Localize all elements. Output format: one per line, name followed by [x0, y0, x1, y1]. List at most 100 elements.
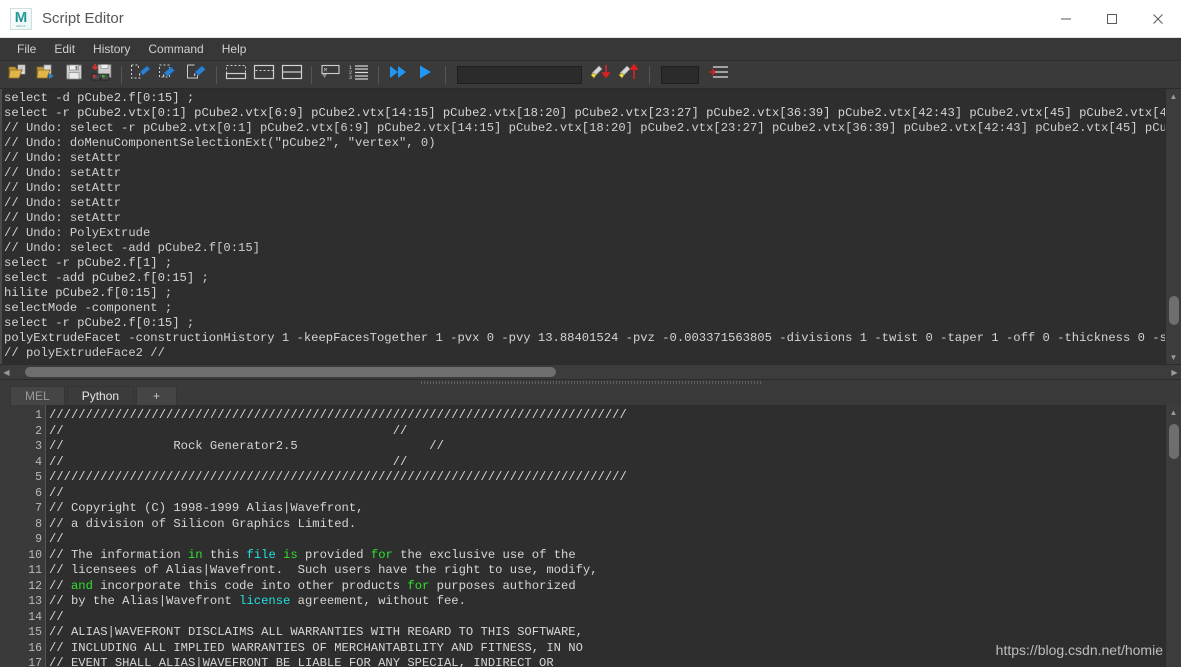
code-text: ////////////////////////////////////////… — [49, 408, 627, 422]
editor-vscroll-track[interactable] — [1166, 419, 1181, 667]
toolbar-separator-5 — [445, 65, 446, 84]
editor-line-number: 16 — [28, 641, 42, 655]
load-script-button[interactable] — [33, 63, 59, 87]
scroll-up-arrow-icon[interactable]: ▲ — [1166, 89, 1181, 103]
minimize-icon — [1059, 12, 1073, 26]
editor-code-line: // — [49, 532, 1165, 548]
code-text: agreement, without fee. — [290, 594, 466, 608]
maya-app-icon: M MAYA — [10, 7, 32, 30]
editor-line-number: 14 — [28, 610, 42, 624]
save-script-as-icon — [91, 63, 113, 86]
splitter-grip — [420, 381, 761, 384]
code-keyword: and — [70, 578, 93, 593]
show-line-numbers-button[interactable]: M — [318, 63, 344, 87]
code-keyword: license — [239, 594, 291, 608]
editor-line-number: 10 — [28, 548, 42, 562]
code-text: // licensees of Alias|Wavefront. Such us… — [49, 563, 598, 577]
output-log-line: // polyExtrudeFace2 // — [4, 346, 165, 360]
output-log-text[interactable]: select -d pCube2.f[0:15] ; select -r pCub… — [0, 89, 1165, 364]
code-text: // // — [49, 454, 408, 469]
output-vscroll-thumb[interactable] — [1168, 295, 1179, 326]
output-log-line: select -r pCube2.vtx[0:1] pCube2.vtx[6:9… — [4, 106, 1165, 120]
clear-all-icon — [281, 64, 303, 85]
window-controls — [1043, 0, 1181, 37]
clear-history-button[interactable] — [223, 63, 249, 87]
toolbar-separator-2 — [216, 65, 217, 84]
tab-mel[interactable]: MEL — [10, 386, 65, 405]
output-hscroll-thumb[interactable] — [24, 367, 556, 377]
code-keyword: for — [407, 578, 430, 593]
menu-item-history[interactable]: History — [84, 40, 139, 58]
output-log-line: // Undo: setAttr — [4, 181, 122, 195]
output-log-line: // Undo: PolyExtrude — [4, 226, 151, 240]
editor-code-line: // EVENT SHALL ALIAS|WAVEFRONT BE LIABLE… — [49, 656, 1165, 667]
menu-item-command[interactable]: Command — [139, 40, 212, 58]
editor-line-numbers: 1 2 3 4 5 6 7 8 9 10 11 12 13 14 15 16 17 — [0, 405, 46, 667]
save-script-button[interactable] — [61, 63, 87, 87]
quick-field-input[interactable] — [661, 65, 699, 84]
snap-up-button[interactable] — [617, 63, 643, 87]
output-hscroll-track[interactable] — [13, 364, 1168, 380]
numbered-list-icon: 1 2 3 — [348, 64, 370, 85]
scroll-down-arrow-icon[interactable]: ▼ — [1166, 350, 1181, 364]
execute-button[interactable] — [413, 63, 439, 87]
editor-line-number: 17 — [28, 657, 42, 667]
maximize-button[interactable] — [1089, 0, 1135, 37]
cut-icon — [130, 63, 152, 86]
editor-line-number: 13 — [28, 595, 42, 608]
menu-item-edit[interactable]: Edit — [45, 40, 84, 58]
tab-add-new[interactable]: + — [136, 386, 178, 405]
tab-python[interactable]: Python — [66, 386, 135, 405]
search-input[interactable] — [457, 65, 582, 84]
code-keyword: is — [283, 547, 298, 562]
editor-code-line: // Rock Generator2.5 // — [49, 439, 1165, 455]
editor-code-line: // and incorporate this code into other … — [49, 579, 1165, 595]
editor-scroll-up-arrow-icon[interactable]: ▲ — [1166, 405, 1181, 419]
code-text: this — [202, 547, 247, 562]
execute-all-button[interactable] — [385, 63, 411, 87]
menu-item-file[interactable]: File — [8, 40, 45, 58]
editor-code-line: // The information in this file is provi… — [49, 548, 1165, 564]
editor-line-number: 2 — [35, 424, 42, 438]
indent-button[interactable] — [706, 63, 732, 87]
clear-all-button[interactable] — [279, 63, 305, 87]
editor-code-area[interactable]: ////////////////////////////////////////… — [46, 405, 1165, 667]
output-log-horizontal-scrollbar[interactable]: ◀ ▶ — [0, 364, 1181, 380]
editor-code-line: // // — [49, 424, 1165, 440]
open-script-icon — [8, 63, 28, 86]
cut-button[interactable] — [128, 63, 154, 87]
code-text: the exclusive use of the — [392, 547, 576, 562]
save-script-as-button[interactable] — [89, 63, 115, 87]
snap-down-icon — [590, 63, 614, 86]
snap-down-button[interactable] — [589, 63, 615, 87]
output-log-line: // Undo: doMenuComponentSelectionExt("pC… — [4, 136, 436, 150]
minimize-button[interactable] — [1043, 0, 1089, 37]
menu-item-help[interactable]: Help — [213, 40, 256, 58]
copy-button[interactable] — [156, 63, 182, 87]
code-editor-panel: 1 2 3 4 5 6 7 8 9 10 11 12 13 14 15 16 17 //////////////… — [0, 405, 1181, 667]
output-log-line: // Undo: select -add pCube2.f[0:15] — [4, 241, 260, 255]
output-vscroll-track[interactable] — [1166, 103, 1181, 350]
close-button[interactable] — [1135, 0, 1181, 37]
output-log-line: select -add pCube2.f[0:15] ; — [4, 271, 209, 285]
code-text: purposes authorized — [429, 578, 576, 593]
code-text: // // — [49, 423, 408, 438]
paste-button[interactable] — [184, 63, 210, 87]
output-log-line: select -r pCube2.f[1] ; — [4, 256, 173, 270]
paste-icon — [186, 63, 208, 86]
scroll-right-arrow-icon[interactable]: ▶ — [1168, 364, 1181, 380]
copy-icon — [158, 63, 180, 86]
clear-input-button[interactable] — [251, 63, 277, 87]
editor-vertical-scrollbar[interactable]: ▲ — [1165, 405, 1181, 667]
save-script-icon — [65, 63, 83, 86]
scroll-left-arrow-icon[interactable]: ◀ — [0, 364, 13, 380]
editor-vscroll-thumb[interactable] — [1168, 424, 1179, 460]
code-keyword: file — [246, 547, 276, 562]
output-log-line: select -r pCube2.f[0:15] ; — [4, 316, 195, 330]
numbered-list-button[interactable]: 1 2 3 — [346, 63, 372, 87]
open-script-button[interactable] — [5, 63, 31, 87]
code-text: // — [49, 578, 71, 593]
editor-line-number: 12 — [28, 579, 42, 593]
editor-code-line: // licensees of Alias|Wavefront. Such us… — [49, 563, 1165, 579]
output-log-vertical-scrollbar[interactable]: ▲ ▼ — [1165, 89, 1181, 364]
